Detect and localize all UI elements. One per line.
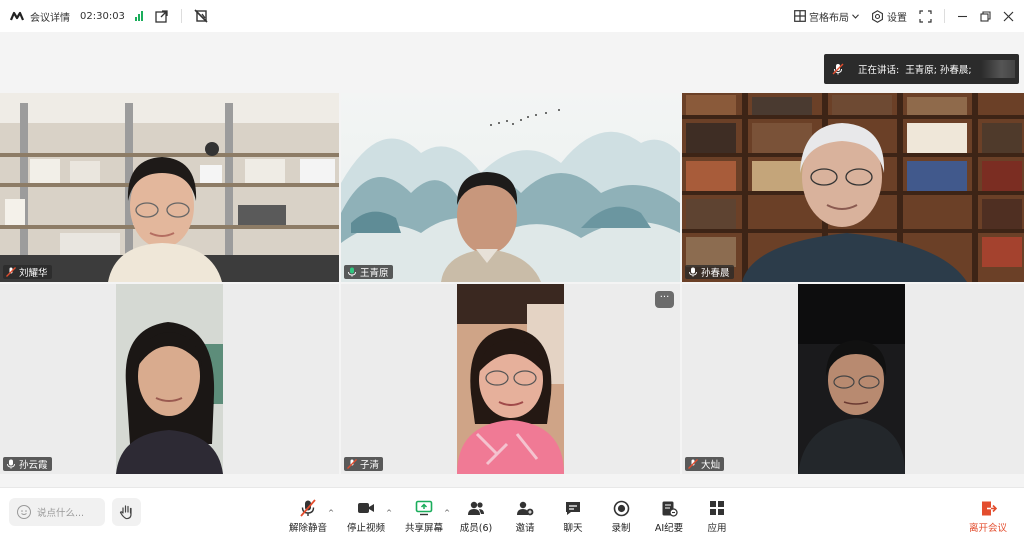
participant-nametag: 子清 bbox=[344, 457, 384, 471]
muted-mic-icon bbox=[6, 267, 16, 277]
participant-nametag: 孙春晨 bbox=[685, 265, 734, 279]
participant-nametag: 刘耀华 bbox=[3, 265, 52, 279]
fullscreen-icon[interactable] bbox=[919, 9, 932, 23]
ai-minutes-label: AI纪要 bbox=[654, 523, 684, 534]
participant-video bbox=[341, 93, 680, 282]
chevron-down-icon bbox=[852, 13, 859, 19]
participant-video bbox=[0, 93, 339, 282]
participant-nametag: 孙云霞 bbox=[3, 457, 52, 471]
participant-name: 孙春晨 bbox=[701, 268, 730, 279]
layout-menu-label: 宫格布局 bbox=[809, 12, 849, 24]
chevron-up-icon[interactable]: ^ bbox=[386, 509, 392, 517]
mic-icon bbox=[689, 267, 697, 277]
participant-nametag: 大灿 bbox=[685, 457, 725, 471]
stop-video-button[interactable]: 停止视频 ^ bbox=[338, 499, 394, 534]
muted-mic-icon bbox=[300, 499, 316, 517]
participant-name: 王青原 bbox=[360, 268, 389, 279]
unmute-button[interactable]: 解除静音 ^ bbox=[280, 499, 336, 534]
invite-user-icon bbox=[517, 501, 534, 516]
participant-tile[interactable]: 孙云霞 bbox=[0, 284, 339, 474]
chat-placeholder: 说点什么... bbox=[37, 508, 85, 519]
muted-mic-icon bbox=[832, 63, 844, 75]
raise-hand-button[interactable] bbox=[112, 498, 141, 526]
apps-button[interactable]: 应用 bbox=[689, 499, 745, 534]
active-speaker-banner: 正在讲话: 王青原; 孙春晨; bbox=[824, 54, 1019, 84]
participant-tile-active-speaker[interactable]: 王青原 bbox=[341, 93, 680, 282]
camera-icon bbox=[358, 503, 374, 513]
meeting-toolbar: 说点什么... 解除静音 ^ 停止视频 ^ 共享屏幕 ^ 成员(6) 邀请 聊天… bbox=[0, 487, 1024, 542]
grid-layout-icon bbox=[794, 10, 806, 22]
minimize-icon[interactable] bbox=[957, 11, 968, 22]
settings-button[interactable]: 设置 bbox=[871, 9, 907, 24]
participant-nametag: 王青原 bbox=[344, 265, 393, 279]
speaking-overflow-fade bbox=[981, 60, 1015, 78]
ai-minutes-icon bbox=[662, 501, 678, 517]
chat-label: 聊天 bbox=[563, 523, 583, 534]
share-screen-button[interactable]: 共享屏幕 ^ bbox=[396, 499, 452, 534]
muted-mic-icon bbox=[688, 459, 698, 469]
raise-hand-icon bbox=[119, 505, 132, 520]
emoji-icon[interactable] bbox=[17, 505, 31, 519]
participant-video bbox=[798, 284, 905, 474]
restore-icon[interactable] bbox=[980, 10, 991, 22]
speaking-mic-icon bbox=[348, 267, 356, 277]
participant-name: 大灿 bbox=[701, 460, 721, 471]
gear-icon bbox=[872, 9, 883, 23]
speaking-names: 王青原; 孙春晨; bbox=[905, 65, 972, 76]
members-icon bbox=[468, 501, 484, 515]
muted-mic-icon bbox=[347, 459, 357, 469]
quick-chat-input[interactable]: 说点什么... bbox=[9, 498, 105, 526]
meeting-details-link[interactable]: 会议详情 bbox=[30, 9, 70, 24]
record-label: 录制 bbox=[611, 523, 631, 534]
participant-name: 孙云霞 bbox=[19, 460, 48, 471]
meeting-timer: 02:30:03 bbox=[80, 10, 125, 22]
share-link-icon[interactable] bbox=[155, 9, 169, 23]
participant-tile[interactable]: 刘耀华 bbox=[0, 93, 339, 282]
title-bar: 会议详情 02:30:03 宫格布局 设置 bbox=[0, 0, 1024, 32]
participant-video bbox=[682, 93, 1024, 282]
leave-meeting-label: 离开会议 bbox=[968, 523, 1007, 534]
mute-all-icon[interactable] bbox=[194, 9, 208, 23]
divider bbox=[944, 9, 945, 23]
apps-icon bbox=[710, 501, 724, 515]
leave-icon bbox=[981, 501, 997, 515]
speaking-label: 正在讲话: bbox=[858, 65, 900, 76]
participant-video bbox=[457, 284, 564, 474]
layout-menu-button[interactable]: 宫格布局 bbox=[794, 9, 859, 24]
mic-icon bbox=[7, 459, 15, 469]
video-grid: 正在讲话: 王青原; 孙春晨; 刘耀华 王青原 孙春晨 孙云霞 ··· 子清 大… bbox=[0, 32, 1024, 487]
unmute-label: 解除静音 bbox=[288, 523, 327, 534]
members-button[interactable]: 成员(6) bbox=[448, 499, 504, 534]
participant-name: 刘耀华 bbox=[19, 268, 48, 279]
divider bbox=[180, 9, 182, 23]
members-label: 成员(6) bbox=[459, 523, 493, 534]
leave-meeting-button[interactable]: 离开会议 bbox=[960, 499, 1016, 534]
record-icon bbox=[613, 500, 629, 516]
share-screen-label: 共享屏幕 bbox=[404, 523, 443, 534]
apps-label: 应用 bbox=[707, 523, 727, 534]
participant-tile[interactable]: 孙春晨 bbox=[682, 93, 1024, 282]
participant-tile[interactable]: ··· 子清 bbox=[341, 284, 680, 474]
more-options-button[interactable]: ··· bbox=[655, 291, 674, 308]
settings-label: 设置 bbox=[887, 12, 907, 24]
participant-tile[interactable]: 大灿 bbox=[682, 284, 1024, 474]
participant-name: 子清 bbox=[360, 460, 380, 471]
close-icon[interactable] bbox=[1003, 11, 1014, 22]
stop-video-label: 停止视频 bbox=[346, 523, 385, 534]
participant-video bbox=[116, 284, 223, 474]
app-logo-icon bbox=[10, 11, 25, 21]
chevron-up-icon[interactable]: ^ bbox=[328, 509, 334, 517]
share-screen-icon bbox=[415, 500, 433, 516]
network-signal-icon[interactable] bbox=[134, 11, 143, 21]
chat-icon bbox=[566, 502, 580, 515]
invite-label: 邀请 bbox=[515, 523, 535, 534]
